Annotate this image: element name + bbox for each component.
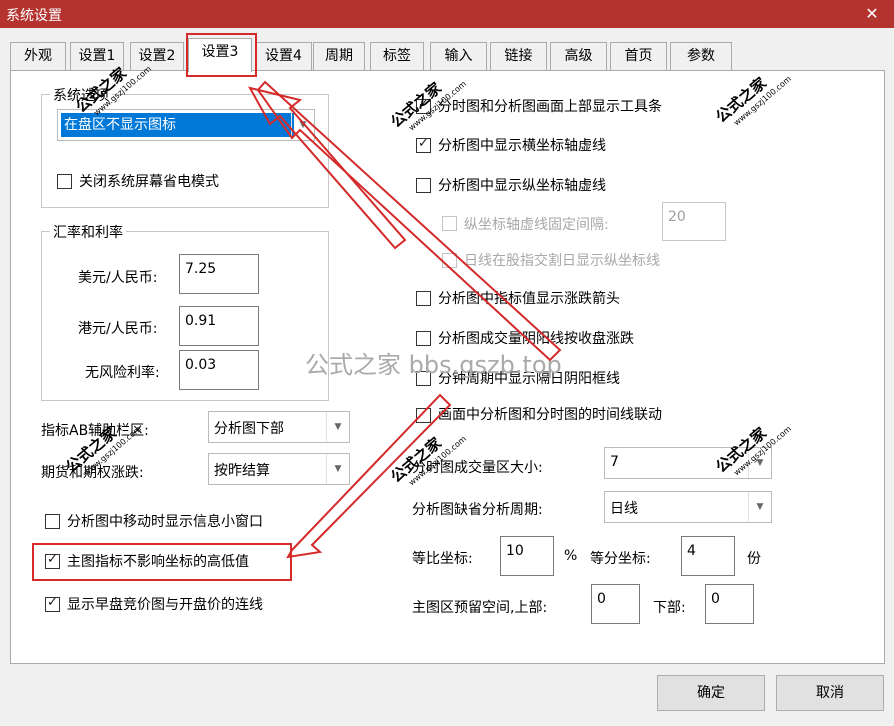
vgrid-fixed-label: 纵坐标轴虚线固定间隔: [464, 217, 609, 233]
vgrid-checkbox[interactable] [416, 178, 431, 193]
risk-free-rate-label: 无风险利率: [85, 365, 160, 381]
chevron-down-icon: ▼ [326, 454, 349, 484]
futures-combo[interactable]: 按昨结算 ▼ [208, 453, 350, 485]
rates-group: 汇率和利率 美元/人民币: 7.25 港元/人民币: 0.91 无风险利率: 0… [41, 222, 329, 401]
risk-free-rate-input[interactable]: 0.03 [179, 350, 259, 390]
screensaver-label: 关闭系统屏幕省电模式 [79, 174, 219, 190]
default-period-value: 日线 [610, 501, 638, 517]
time-link-checkbox[interactable] [416, 408, 431, 423]
reserve-top-label: 主图区预留空间,上部: [412, 600, 548, 616]
tab-link[interactable]: 链接 [490, 42, 547, 70]
check-icon: ✓ [418, 136, 429, 151]
ok-button[interactable]: 确定 [657, 675, 765, 711]
dayline-label: 日线在股指交割日显示纵坐标线 [464, 253, 660, 269]
hgrid-checkbox[interactable]: ✓ [416, 136, 431, 153]
reserve-top-input[interactable]: 0 [591, 584, 640, 624]
auction-line-label: 显示早盘竞价图与开盘价的连线 [67, 597, 263, 613]
portion-unit: 份 [747, 551, 761, 567]
volume-size-value: 7 [610, 454, 619, 470]
tab-label[interactable]: 标签 [370, 42, 424, 70]
watermark-logo: 公式之家 www.gszj100.com [386, 418, 468, 494]
window-title: 系统设置 [6, 8, 62, 24]
hkd-rate-label: 港元/人民币: [78, 321, 158, 337]
watermark-center: 公式之家 bbs.gszb.top [305, 351, 562, 379]
percent-unit: % [564, 548, 578, 564]
tab-period[interactable]: 周期 [313, 42, 365, 70]
time-link-label: 画面中分析图和分时图的时间线联动 [438, 407, 662, 423]
hgrid-label: 分析图中显示横坐标轴虚线 [438, 138, 606, 154]
ab-area-combo[interactable]: 分析图下部 ▼ [208, 411, 350, 443]
usd-rate-label: 美元/人民币: [78, 270, 158, 286]
chevron-down-icon: ▼ [291, 110, 314, 140]
ratio-label: 等比坐标: [412, 551, 473, 567]
screensaver-checkbox[interactable] [57, 174, 72, 189]
check-icon: ✓ [47, 595, 58, 610]
info-window-checkbox[interactable] [45, 514, 60, 529]
futures-value: 按昨结算 [214, 463, 270, 479]
usd-rate-input[interactable]: 7.25 [179, 254, 259, 294]
vgrid-label: 分析图中显示纵坐标轴虚线 [438, 178, 606, 194]
title-bar: 系统设置 ✕ [0, 0, 894, 28]
tab-advanced[interactable]: 高级 [550, 42, 607, 70]
equal-input[interactable]: 4 [681, 536, 735, 576]
rates-label: 汇率和利率 [50, 222, 126, 242]
info-window-label: 分析图中移动时显示信息小窗口 [67, 514, 263, 530]
default-period-label: 分析图缺省分析周期: [412, 502, 543, 518]
ratio-input[interactable]: 10 [500, 536, 554, 576]
reserve-bottom-input[interactable]: 0 [705, 584, 754, 624]
watermark-logo: 公式之家 www.gszj100.com [711, 58, 793, 134]
dayline-checkbox[interactable] [442, 253, 457, 268]
tab-appearance[interactable]: 外观 [10, 42, 66, 70]
arrow-label: 分析图中指标值显示涨跌箭头 [438, 291, 620, 307]
check-icon: ✓ [47, 552, 58, 567]
tab-params[interactable]: 参数 [670, 42, 732, 70]
close-icon[interactable]: ✕ [850, 0, 894, 28]
tab-input[interactable]: 输入 [430, 42, 487, 70]
main-index-checkbox[interactable]: ✓ [45, 552, 60, 569]
reserve-bottom-label: 下部: [653, 600, 686, 616]
tab-home[interactable]: 首页 [610, 42, 667, 70]
cancel-button[interactable]: 取消 [776, 675, 884, 711]
ab-area-value: 分析图下部 [214, 421, 284, 437]
tab-settings4[interactable]: 设置4 [255, 42, 312, 70]
chevron-down-icon: ▼ [748, 492, 771, 522]
vgrid-fixed-input[interactable]: 20 [662, 202, 726, 241]
auction-line-checkbox[interactable]: ✓ [45, 595, 60, 612]
chevron-down-icon: ▼ [326, 412, 349, 442]
default-period-combo[interactable]: 日线 ▼ [604, 491, 772, 523]
main-index-label: 主图指标不影响坐标的高低值 [67, 554, 249, 570]
volume-color-checkbox[interactable] [416, 331, 431, 346]
vgrid-fixed-checkbox[interactable] [442, 216, 457, 231]
arrow-checkbox[interactable] [416, 291, 431, 306]
tab-highlight-box [186, 33, 257, 77]
equal-label: 等分坐标: [590, 551, 651, 567]
hkd-rate-input[interactable]: 0.91 [179, 306, 259, 346]
toolbar-label: 分时图和分析图画面上部显示工具条 [438, 99, 662, 115]
